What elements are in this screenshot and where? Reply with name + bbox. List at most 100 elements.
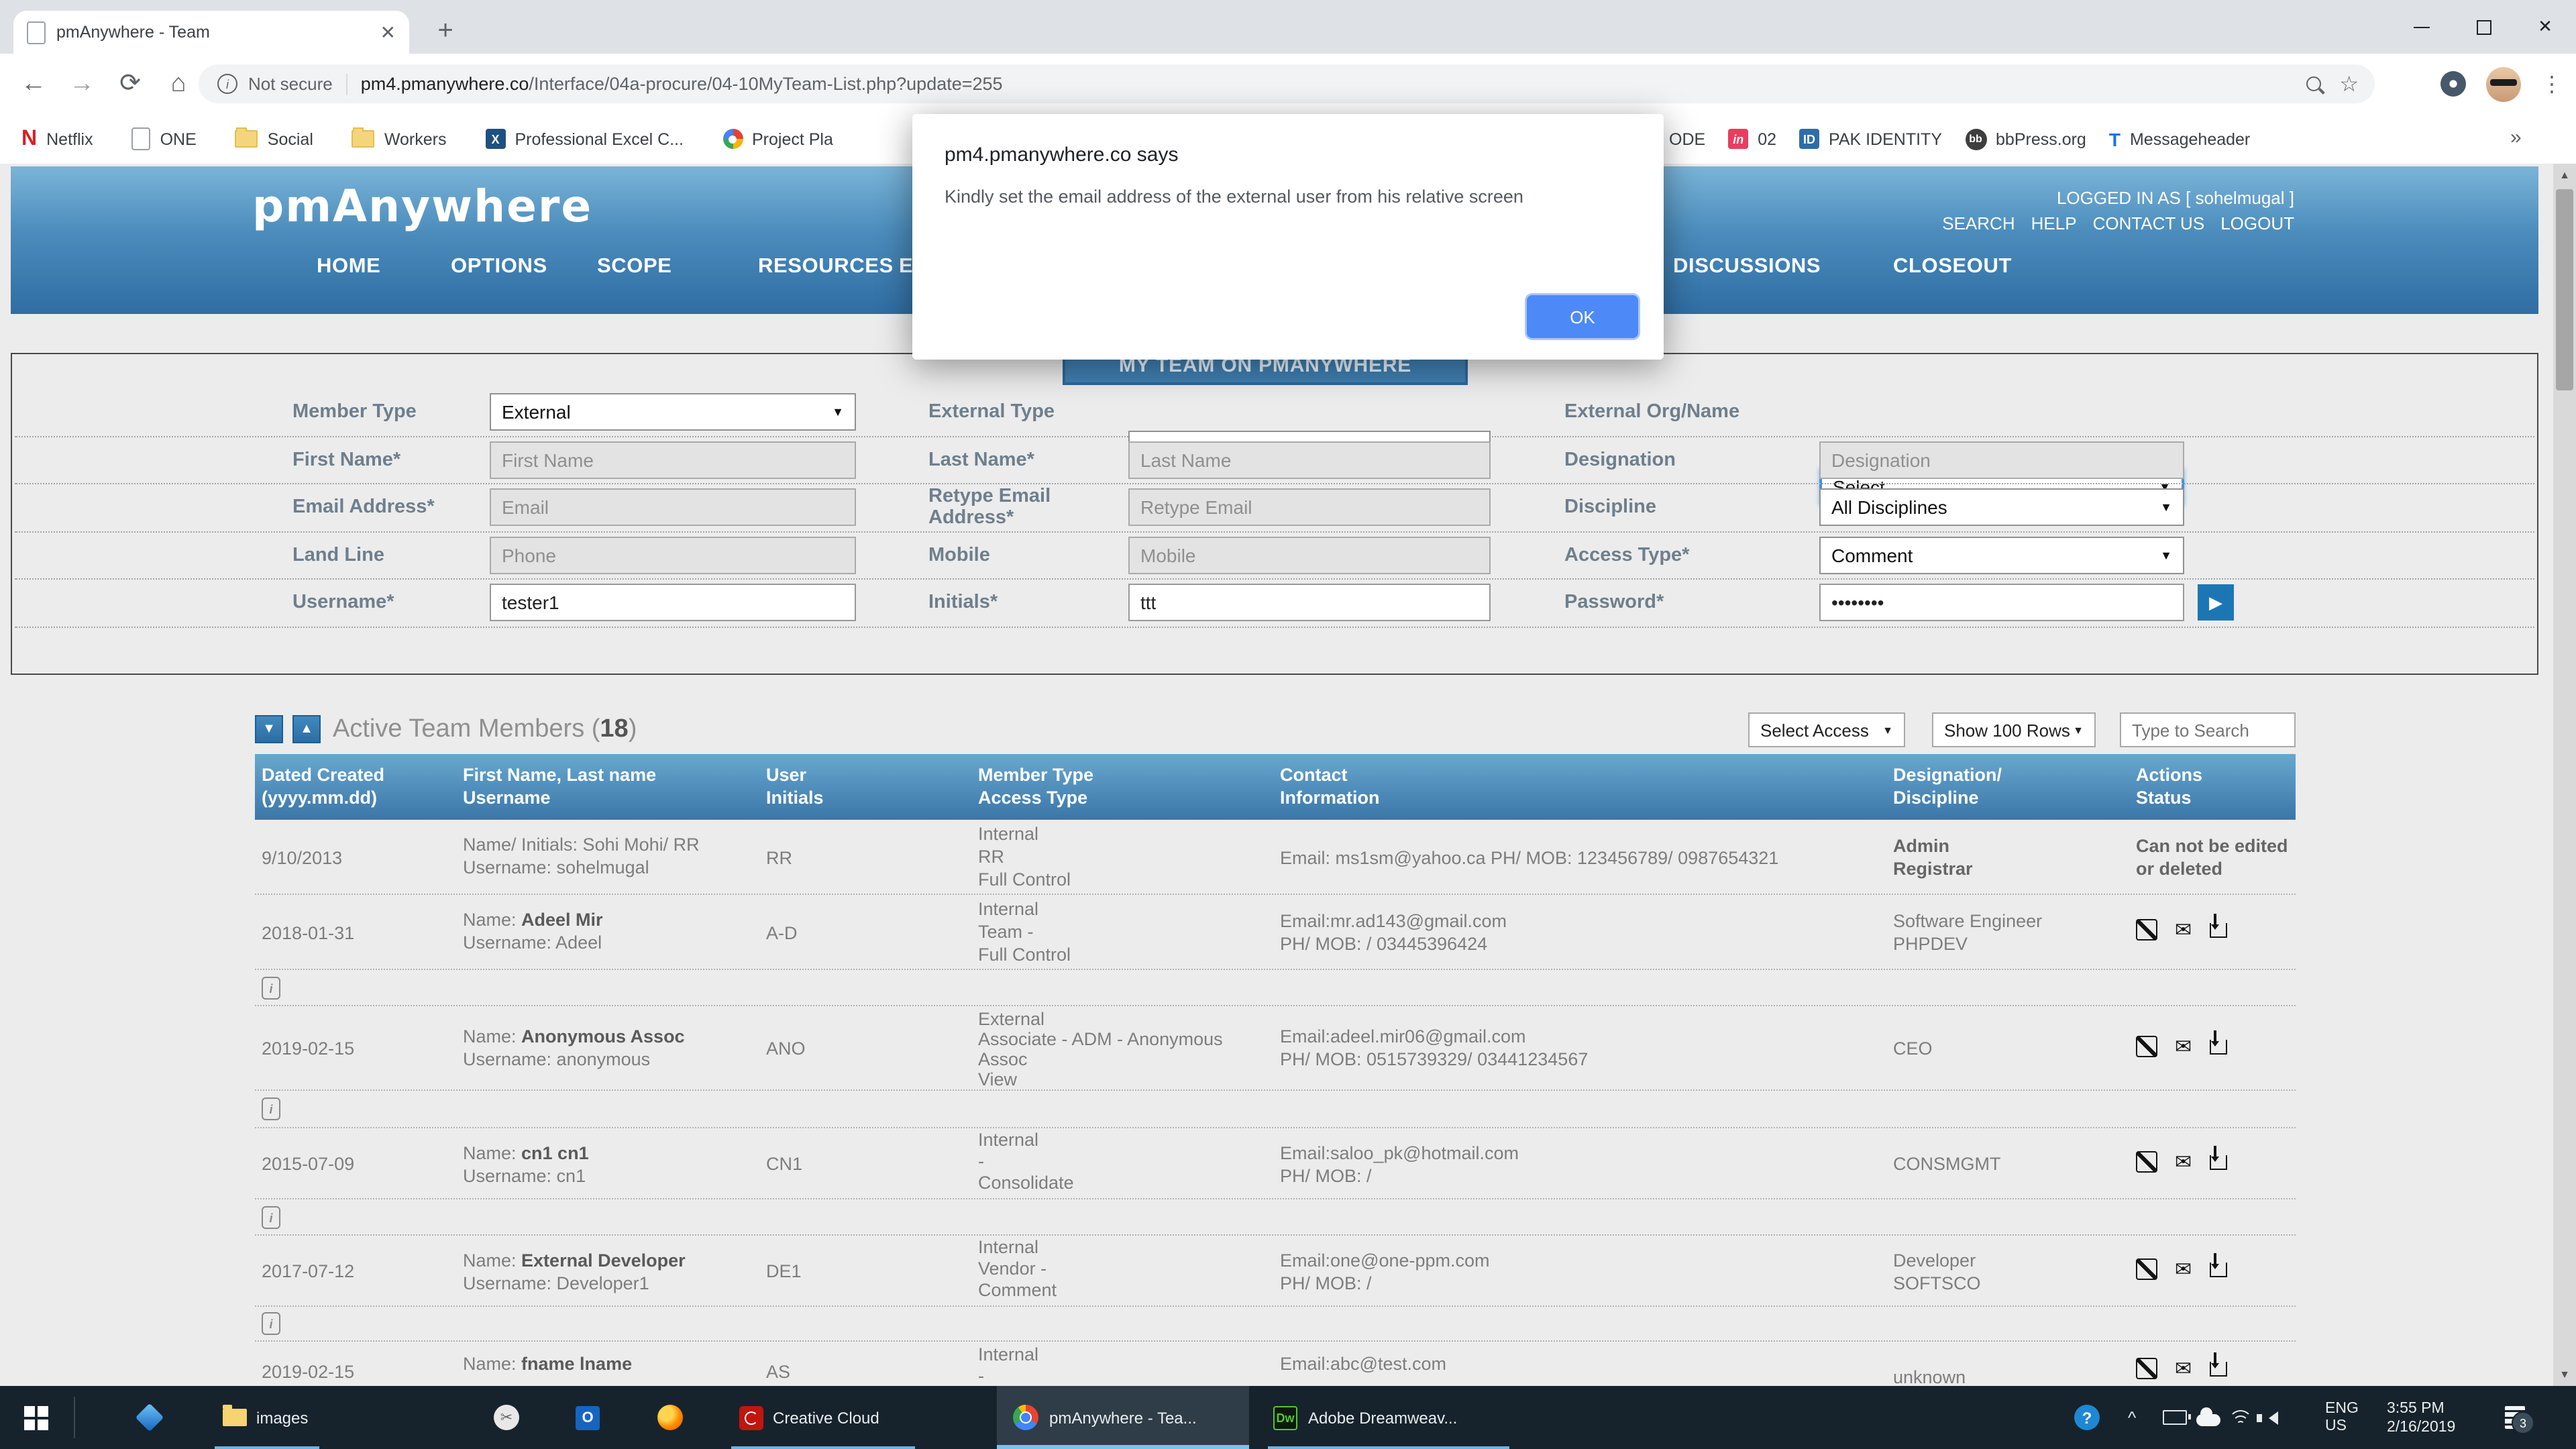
ok-button[interactable]: OK	[1527, 295, 1638, 338]
email-icon[interactable]: ✉	[2175, 919, 2192, 942]
volume-icon[interactable]	[2262, 1386, 2278, 1449]
nav-resources[interactable]: RESOURCES	[758, 255, 894, 279]
tray-help[interactable]: ?	[2074, 1386, 2100, 1449]
bookmark-pak-identity[interactable]: IDPAK IDENTITY	[1799, 129, 1942, 149]
onedrive-icon[interactable]	[2196, 1386, 2220, 1449]
info-icon[interactable]: i	[262, 1312, 280, 1335]
nav-discussions[interactable]: DISCUSSIONS	[1673, 255, 1821, 279]
zoom-icon[interactable]	[2306, 76, 2320, 91]
info-icon[interactable]: i	[262, 977, 280, 1000]
scroll-down-icon[interactable]: ▼	[2553, 1363, 2576, 1386]
link-help[interactable]: HELP	[2031, 213, 2077, 233]
bookmark-star-icon[interactable]: ☆	[2339, 70, 2359, 97]
forward-icon[interactable]: →	[67, 69, 97, 99]
edit-icon[interactable]	[2136, 1151, 2157, 1173]
language-indicator[interactable]: ENGUS	[2325, 1386, 2359, 1449]
import-icon[interactable]	[2209, 1362, 2226, 1377]
bookmark-project[interactable]: Project Pla	[722, 129, 833, 149]
edit-icon[interactable]	[2136, 919, 2157, 941]
profile-avatar[interactable]	[2486, 66, 2521, 101]
info-icon[interactable]: i	[262, 1206, 280, 1229]
email-icon[interactable]: ✉	[2175, 1151, 2192, 1174]
browser-tab[interactable]: pmAnywhere - Team ✕	[13, 11, 409, 54]
restore-button[interactable]	[2453, 0, 2514, 54]
initials-field[interactable]	[1128, 584, 1491, 622]
reload-icon[interactable]: ⟳	[115, 68, 145, 99]
taskbar-dreamweaver[interactable]: DwAdobe Dreamweav...	[1273, 1386, 1457, 1449]
bookmark-workers[interactable]: Workers	[352, 129, 447, 148]
bookmark-one[interactable]: ONE	[132, 127, 197, 150]
taskbar-snipping-tool[interactable]: ✂	[494, 1386, 519, 1449]
link-search[interactable]: SEARCH	[1942, 213, 2015, 233]
import-icon[interactable]	[2209, 923, 2226, 938]
minimize-button[interactable]	[2391, 0, 2453, 54]
link-logout[interactable]: LOGOUT	[2220, 213, 2294, 233]
member-type-select[interactable]: External▼	[490, 394, 856, 431]
bookmark-messageheader[interactable]: TMessageheader	[2109, 128, 2250, 150]
import-icon[interactable]	[2209, 1155, 2226, 1170]
close-button[interactable]: ✕	[2514, 0, 2576, 54]
select-access-dropdown[interactable]: Select Access▼	[1748, 712, 1905, 747]
show-rows-dropdown[interactable]: Show 100 Rows▼	[1932, 712, 2096, 747]
discipline-select[interactable]: All Disciplines▼	[1819, 489, 2184, 527]
extension-icon[interactable]	[2440, 71, 2466, 97]
edit-icon[interactable]	[2136, 1258, 2157, 1280]
scroll-up-icon[interactable]: ▲	[2553, 164, 2576, 186]
tray-expand-icon[interactable]: ^	[2128, 1386, 2136, 1449]
password-field[interactable]	[1819, 584, 2184, 622]
table-search-input[interactable]	[2120, 712, 2296, 747]
nav-scope[interactable]: SCOPE	[597, 255, 672, 279]
taskbar-images-folder[interactable]: images	[223, 1386, 308, 1449]
nav-home[interactable]: HOME	[317, 255, 380, 279]
import-icon[interactable]	[2209, 1263, 2226, 1277]
taskbar-creative-cloud[interactable]: Creative Cloud	[739, 1386, 879, 1449]
edit-icon[interactable]	[2136, 1036, 2157, 1057]
email-icon[interactable]: ✉	[2175, 1358, 2192, 1381]
link-contact-us[interactable]: CONTACT US	[2093, 213, 2205, 233]
back-icon[interactable]: ←	[19, 69, 48, 99]
bookmark-netflix[interactable]: NNetflix	[21, 127, 93, 151]
mobile-field[interactable]	[1128, 537, 1491, 574]
email-icon[interactable]: ✉	[2175, 1036, 2192, 1059]
network-icon[interactable]	[2229, 1386, 2250, 1449]
battery-icon[interactable]	[2163, 1386, 2187, 1449]
menu-dots-icon[interactable]: ⋮	[2541, 70, 2563, 97]
email-field[interactable]	[490, 489, 856, 527]
taskbar-app-blue[interactable]	[140, 1386, 160, 1449]
info-icon[interactable]: i	[217, 74, 237, 94]
page-scrollbar[interactable]: ▲ ▼	[2553, 164, 2576, 1386]
username-field[interactable]	[490, 584, 856, 622]
start-button[interactable]	[24, 1386, 47, 1449]
nav-closeout[interactable]: CLOSEOUT	[1893, 255, 2012, 279]
taskbar-chrome-active[interactable]: pmAnywhere - Tea...	[997, 1386, 1249, 1449]
notification-center[interactable]: 3	[2505, 1386, 2525, 1449]
taskbar-firefox[interactable]	[657, 1386, 683, 1449]
nav-hidden[interactable]: E	[899, 255, 913, 279]
tab-close-icon[interactable]: ✕	[380, 21, 396, 44]
address-bar[interactable]: i Not secure pm4.pmanywhere.co /Interfac…	[199, 64, 2375, 103]
bookmark-ode[interactable]: ODE	[1660, 129, 1705, 148]
land-line-field[interactable]	[490, 537, 856, 574]
last-name-field[interactable]	[1128, 441, 1491, 479]
access-type-select[interactable]: Comment▼	[1819, 537, 2184, 574]
bookmark-social[interactable]: Social	[235, 129, 313, 148]
home-icon[interactable]: ⌂	[164, 69, 193, 99]
submit-button[interactable]: ▶	[2198, 585, 2234, 621]
sort-down-button[interactable]: ▼	[255, 715, 283, 743]
first-name-field[interactable]	[490, 441, 856, 479]
retype-email-field[interactable]	[1128, 489, 1491, 527]
bookmark-02[interactable]: in02	[1728, 129, 1776, 149]
nav-options[interactable]: OPTIONS	[451, 255, 547, 279]
designation-field[interactable]	[1819, 441, 2184, 479]
edit-icon[interactable]	[2136, 1358, 2157, 1379]
taskbar-outlook[interactable]: O	[576, 1386, 600, 1449]
sort-up-button[interactable]: ▲	[292, 715, 321, 743]
email-icon[interactable]: ✉	[2175, 1258, 2192, 1281]
bookmarks-overflow-icon[interactable]: »	[2510, 126, 2522, 149]
site-logo[interactable]: pmAnywhere	[252, 180, 592, 232]
info-icon[interactable]: i	[262, 1097, 280, 1120]
bookmark-excel[interactable]: XProfessional Excel C...	[486, 129, 684, 149]
new-tab-button[interactable]: +	[427, 12, 464, 50]
scrollbar-thumb[interactable]	[2556, 189, 2573, 390]
bookmark-bbpress[interactable]: bbbbPress.org	[1965, 128, 2086, 150]
